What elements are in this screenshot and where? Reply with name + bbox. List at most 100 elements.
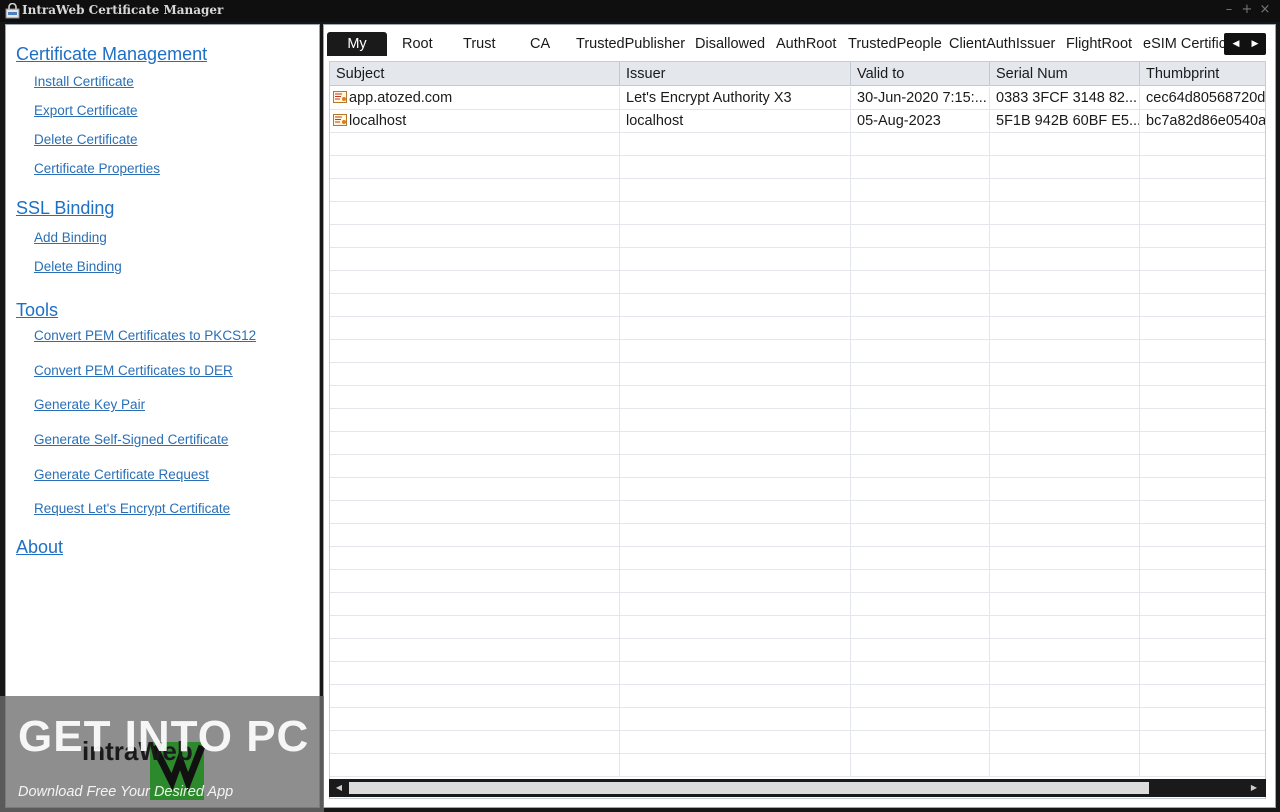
tab-clientauthissuer[interactable]: ClientAuthIssuer <box>949 32 1055 56</box>
column-separator <box>850 179 851 202</box>
column-separator <box>989 524 990 547</box>
add-binding-link[interactable]: Add Binding <box>34 230 107 245</box>
column-issuer[interactable]: Issuer <box>620 62 851 86</box>
cell-issuer: localhost <box>620 110 851 133</box>
grid-header: Subject Issuer Valid to Serial Num Thumb… <box>330 62 1265 86</box>
minimize-button[interactable]: – <box>1221 2 1237 18</box>
empty-row <box>330 317 1265 340</box>
column-separator <box>619 547 620 570</box>
column-separator <box>989 179 990 202</box>
store-tabs: My Root Trust CA TrustedPublisher Disall… <box>324 29 1275 56</box>
empty-row <box>330 662 1265 685</box>
tab-flightroot[interactable]: FlightRoot <box>1066 32 1132 56</box>
empty-row <box>330 524 1265 547</box>
column-separator <box>850 317 851 340</box>
tab-my[interactable]: My <box>327 32 387 56</box>
empty-row <box>330 754 1265 777</box>
column-separator <box>989 731 990 754</box>
delete-certificate-link[interactable]: Delete Certificate <box>34 132 138 147</box>
column-serial-num[interactable]: Serial Num <box>990 62 1140 86</box>
column-separator <box>1139 225 1140 248</box>
section-about[interactable]: About <box>16 537 63 558</box>
maximize-button[interactable]: + <box>1239 2 1255 18</box>
cell-thumbprint: bc7a82d86e0540a <box>1146 113 1266 129</box>
title-bar[interactable]: IntraWeb Certificate Manager – + × <box>0 0 1280 22</box>
tab-esim-certification[interactable]: eSIM Certification <box>1143 32 1224 56</box>
empty-row <box>330 639 1265 662</box>
tab-ca[interactable]: CA <box>530 32 550 56</box>
column-separator <box>1139 386 1140 409</box>
generate-key-pair-link[interactable]: Generate Key Pair <box>34 397 145 412</box>
column-separator <box>850 570 851 593</box>
column-separator <box>989 478 990 501</box>
section-tools[interactable]: Tools <box>16 300 58 321</box>
empty-row <box>330 340 1265 363</box>
empty-row <box>330 685 1265 708</box>
column-separator <box>619 570 620 593</box>
certificate-properties-link[interactable]: Certificate Properties <box>34 161 160 176</box>
column-separator <box>989 248 990 271</box>
table-row[interactable]: app.atozed.com Let's Encrypt Authority X… <box>330 87 1265 110</box>
scrollbar-thumb[interactable] <box>349 782 1149 794</box>
column-valid-to[interactable]: Valid to <box>851 62 990 86</box>
convert-pem-pkcs12-link[interactable]: Convert PEM Certificates to PKCS12 <box>34 328 256 343</box>
empty-row <box>330 731 1265 754</box>
scroll-left-icon[interactable]: ◀ <box>332 782 346 794</box>
column-separator <box>989 202 990 225</box>
export-certificate-link[interactable]: Export Certificate <box>34 103 138 118</box>
empty-row <box>330 593 1265 616</box>
cell-valid-to: 05-Aug-2023 <box>851 110 990 133</box>
cell-valid-to: 30-Jun-2020 7:15:... <box>851 87 990 110</box>
horizontal-scrollbar[interactable]: ◀ ▶ <box>329 779 1266 797</box>
certificate-icon <box>333 91 347 103</box>
navigation-panel: Certificate Management Install Certifica… <box>5 24 320 808</box>
convert-pem-der-link[interactable]: Convert PEM Certificates to DER <box>34 363 233 378</box>
column-separator <box>989 317 990 340</box>
column-separator <box>850 524 851 547</box>
close-button[interactable]: × <box>1257 2 1273 18</box>
empty-row <box>330 478 1265 501</box>
column-separator <box>989 409 990 432</box>
cell-serial-num: 5F1B 942B 60BF E5... <box>990 110 1140 133</box>
column-separator <box>989 501 990 524</box>
section-ssl-binding[interactable]: SSL Binding <box>16 198 114 219</box>
delete-binding-link[interactable]: Delete Binding <box>34 259 122 274</box>
column-separator <box>850 754 851 777</box>
column-separator <box>989 133 990 156</box>
column-separator <box>619 133 620 156</box>
tab-authroot[interactable]: AuthRoot <box>776 32 836 56</box>
generate-request-link[interactable]: Generate Certificate Request <box>34 467 209 482</box>
column-separator <box>1139 708 1140 731</box>
column-separator <box>619 731 620 754</box>
tab-scroll-right-icon[interactable]: ▶ <box>1246 35 1264 53</box>
tab-trustedpeople[interactable]: TrustedPeople <box>848 32 942 56</box>
column-separator <box>619 616 620 639</box>
column-separator <box>850 386 851 409</box>
column-subject[interactable]: Subject <box>330 62 620 86</box>
tab-trustedpublisher[interactable]: TrustedPublisher <box>576 32 685 56</box>
column-separator <box>989 662 990 685</box>
table-row[interactable]: localhost localhost 05-Aug-2023 5F1B 942… <box>330 110 1266 133</box>
column-separator <box>1139 754 1140 777</box>
tab-root[interactable]: Root <box>402 32 433 56</box>
install-certificate-link[interactable]: Install Certificate <box>34 74 134 89</box>
column-separator <box>619 639 620 662</box>
cell-subject: app.atozed.com <box>330 87 620 110</box>
column-separator <box>989 386 990 409</box>
tab-trust[interactable]: Trust <box>463 32 496 56</box>
watermark-title: GET INTO PC <box>18 712 310 761</box>
certificate-grid: Subject Issuer Valid to Serial Num Thumb… <box>329 61 1266 799</box>
section-certificate-management[interactable]: Certificate Management <box>16 44 207 65</box>
request-letsencrypt-link[interactable]: Request Let's Encrypt Certificate <box>34 501 230 516</box>
tab-disallowed[interactable]: Disallowed <box>695 32 765 56</box>
column-thumbprint[interactable]: Thumbprint <box>1140 62 1265 86</box>
column-separator <box>850 363 851 386</box>
column-separator <box>619 478 620 501</box>
scroll-right-icon[interactable]: ▶ <box>1247 782 1261 794</box>
column-separator <box>619 593 620 616</box>
column-separator <box>850 271 851 294</box>
column-separator <box>1139 409 1140 432</box>
empty-row <box>330 432 1265 455</box>
tab-scroll-left-icon[interactable]: ◀ <box>1227 35 1245 53</box>
generate-self-signed-link[interactable]: Generate Self-Signed Certificate <box>34 432 228 447</box>
